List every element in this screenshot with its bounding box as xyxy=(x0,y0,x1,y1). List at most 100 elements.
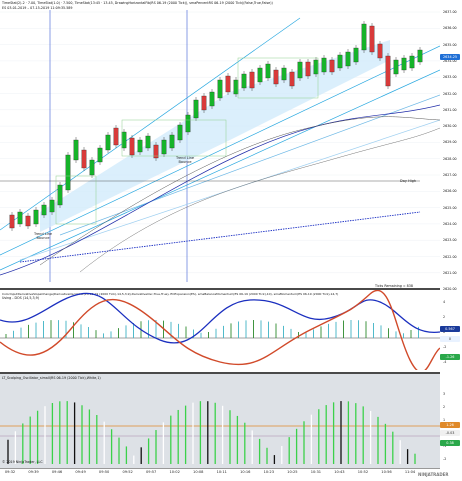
scalping-tick-label: -2 xyxy=(443,457,447,461)
candle-body xyxy=(401,57,407,71)
candle-body xyxy=(321,57,327,73)
candle-body xyxy=(193,99,199,119)
candle-body xyxy=(9,214,15,229)
price-tick-label: 2636.00 xyxy=(443,26,457,31)
candle-body xyxy=(81,149,87,169)
candle-body xyxy=(241,73,247,89)
candle-body xyxy=(361,23,367,51)
regression-channel-fill xyxy=(40,40,390,232)
candle-body xyxy=(345,51,351,67)
candle-body xyxy=(369,25,375,53)
candle-body xyxy=(337,54,343,69)
candle-body xyxy=(33,209,39,225)
price-tick-label: 2631.00 xyxy=(443,107,457,112)
candle-body xyxy=(73,139,79,161)
candle-body xyxy=(201,95,207,111)
candle-body xyxy=(113,127,119,146)
time-axis-label: 10:11 xyxy=(216,470,227,474)
price-tick-label: 2633.00 xyxy=(443,75,457,80)
candle-body xyxy=(129,137,135,156)
candle-body xyxy=(289,71,295,87)
ninjatrader-logo: NINJATRADER xyxy=(418,472,449,477)
candle-body xyxy=(185,114,191,133)
price-tick-label: 2620.00 xyxy=(443,287,457,292)
price-chart-panel[interactable]: TimeStat(2)-2 · 7.00, TimeStat(1.0) · 7.… xyxy=(0,0,440,288)
time-axis-label: 09:52 xyxy=(122,470,133,474)
scalping-value-badge: 1.26 xyxy=(440,422,460,428)
candle-body xyxy=(409,55,415,69)
time-axis-label: 10:23 xyxy=(263,470,274,474)
price-chart-canvas[interactable] xyxy=(0,0,440,282)
candle-body xyxy=(137,139,143,153)
time-axis-label: 10:02 xyxy=(169,470,180,474)
oscillator-zero-badge: 0 xyxy=(440,336,460,342)
candle-body xyxy=(281,67,287,81)
time-axis-label: 09:50 xyxy=(98,470,110,474)
time-axis-label: 10:08 xyxy=(193,470,204,474)
candle-body xyxy=(217,79,223,99)
price-tick-label: 2622.00 xyxy=(443,254,457,259)
time-axis-label: 10:31 xyxy=(310,470,322,474)
time-axis-label: 10:16 xyxy=(240,470,251,474)
candle-body xyxy=(97,147,103,163)
time-axis-label: 10:43 xyxy=(334,470,345,474)
oscillator-signal-badge: -1.26 xyxy=(440,354,460,360)
oscillator-tick-label: 4 xyxy=(443,300,446,304)
candle-body xyxy=(65,154,71,191)
trend-line-bounce-mid: Trend Line Bounce xyxy=(176,156,194,165)
candle-body xyxy=(49,199,55,213)
price-tick-label: 2629.00 xyxy=(443,140,457,145)
derivative-oscillator-panel[interactable]: ColorInputDerivativeSlopeChange(Derivati… xyxy=(0,290,440,370)
scalping-signal-badge: 0.38 xyxy=(440,440,460,446)
time-axis-label: 10:56 xyxy=(381,470,392,474)
scalping-canvas[interactable] xyxy=(0,374,440,468)
candle-body xyxy=(161,139,167,155)
time-axis-label: 09:32 xyxy=(4,470,16,474)
price-tick-label: 2627.00 xyxy=(443,173,457,177)
price-tick-label: 2621.00 xyxy=(443,270,457,275)
price-tick-label: 2623.00 xyxy=(443,238,457,243)
scalping-mid-badge: -0.03 xyxy=(440,430,460,436)
time-axis-label: 09:46 xyxy=(51,470,63,474)
candle-body xyxy=(265,63,271,79)
oscillator-canvas[interactable] xyxy=(0,290,440,370)
copyright-footer: © 2019 NinjaTrader, LLC xyxy=(2,460,43,464)
candle-body xyxy=(417,49,423,63)
candle-body xyxy=(25,215,31,227)
candle-body xyxy=(225,75,231,93)
time-axis-label: 11:04 xyxy=(404,470,416,474)
candle-body xyxy=(249,71,255,89)
candle-body xyxy=(89,159,95,176)
candle-body xyxy=(41,204,47,216)
candle-body xyxy=(169,134,175,149)
price-axis[interactable] xyxy=(440,0,462,468)
price-tick-label: 2628.00 xyxy=(443,156,457,161)
price-tick-label: 2624.00 xyxy=(443,221,457,226)
candle-body xyxy=(209,91,215,107)
time-axis-label: 09:39 xyxy=(28,470,39,474)
candle-body xyxy=(233,79,239,95)
oscillator-tick-label: -4 xyxy=(443,360,447,364)
candle-body xyxy=(297,61,303,79)
scalping-tick-label: 2 xyxy=(443,405,446,409)
time-axis-label: 09:49 xyxy=(75,470,86,474)
candle-body xyxy=(353,47,359,63)
candle-body xyxy=(57,184,63,206)
oscillator-value-badge: 0.567 xyxy=(440,326,460,332)
price-tick-label: 2626.00 xyxy=(443,189,457,194)
candle-body xyxy=(273,69,279,85)
day-high-label: Day High xyxy=(400,179,417,183)
price-tick-label: 2635.00 xyxy=(443,42,457,47)
time-axis-label: 09:57 xyxy=(145,470,157,474)
price-tick-label: 2630.00 xyxy=(443,124,457,129)
candle-body xyxy=(121,131,127,149)
price-tick-label: 2625.00 xyxy=(443,205,457,210)
scalping-tick-label: 3 xyxy=(443,392,446,396)
candle-body xyxy=(105,134,111,151)
trend-line-bounce-left: Trend Line Bounce xyxy=(34,232,52,241)
scalping-oscillator-panel[interactable]: LT_Scalping_Oscillator_simaII(RS 06-19 (… xyxy=(0,374,440,468)
candle-body xyxy=(17,211,23,225)
candle-body xyxy=(257,67,263,83)
candle-body xyxy=(177,124,183,141)
candle-body xyxy=(329,59,335,73)
